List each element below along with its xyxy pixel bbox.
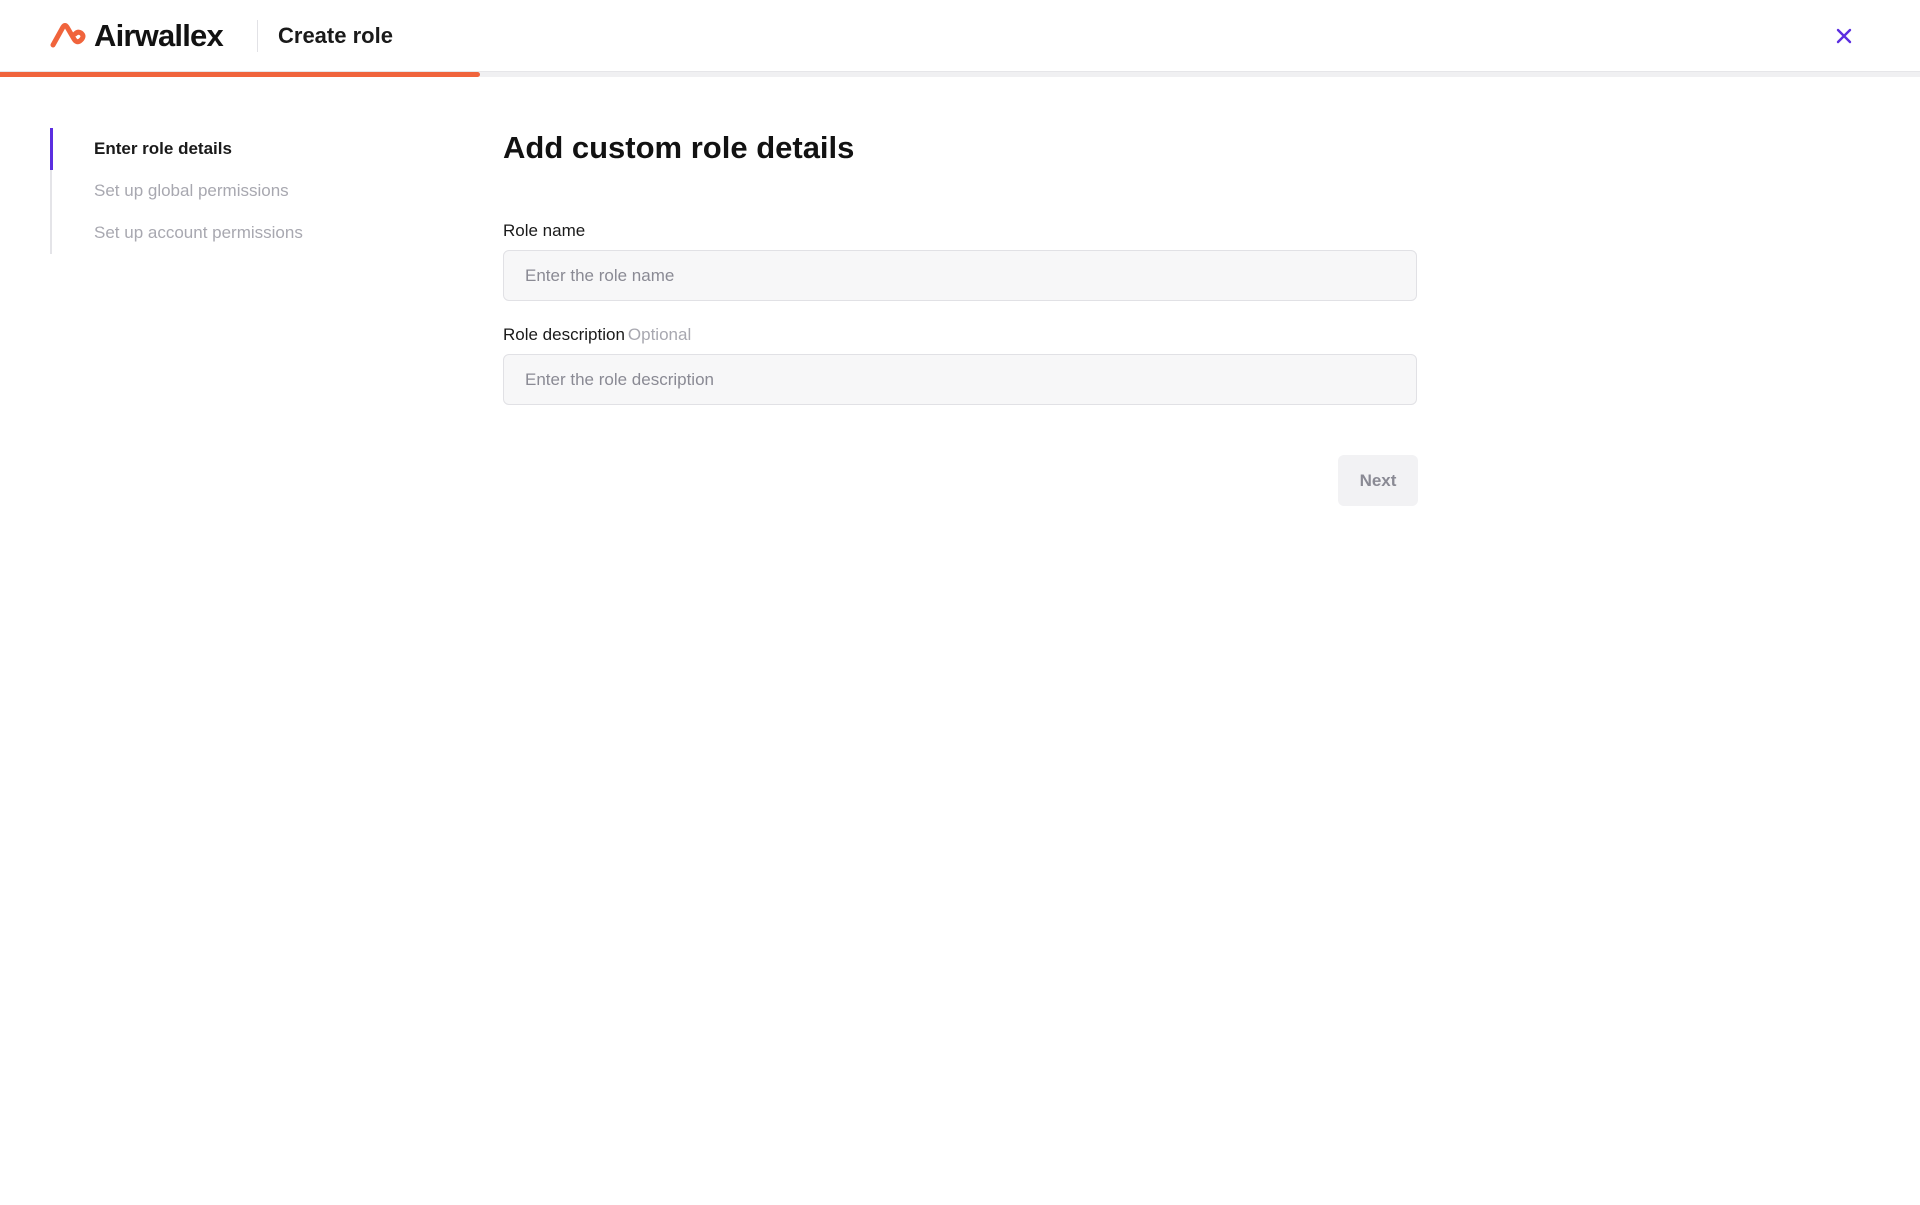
close-button[interactable] (1830, 22, 1858, 50)
top-header: Airwallex Create role (0, 0, 1920, 72)
page-header-title: Create role (278, 23, 393, 48)
optional-tag: Optional (627, 325, 692, 344)
progress-bar-fill (0, 72, 480, 77)
page-title: Add custom role details (503, 130, 855, 165)
role-name-label-text: Role name (503, 221, 586, 240)
stepper-active-indicator (50, 128, 53, 170)
airwallex-logo: Airwallex (50, 18, 224, 54)
next-button[interactable]: Next (1338, 455, 1418, 506)
brand-name: Airwallex (94, 18, 224, 53)
role-description-input[interactable] (503, 354, 1417, 405)
progress-bar (0, 72, 1920, 77)
role-name-label: Role name (503, 220, 585, 242)
step-set-up-account-permissions: Set up account permissions (94, 223, 303, 242)
role-description-label-text: Role description (503, 325, 625, 344)
step-set-up-global-permissions: Set up global permissions (94, 181, 289, 200)
airwallex-logo-mark-icon (50, 23, 86, 48)
role-details-form: Add custom role details Role name Role d… (503, 128, 1418, 506)
role-description-label: Role description Optional (503, 324, 691, 346)
close-icon (1836, 28, 1852, 44)
step-enter-role-details[interactable]: Enter role details (94, 128, 232, 170)
header-divider (257, 20, 258, 52)
role-name-input[interactable] (503, 250, 1417, 301)
